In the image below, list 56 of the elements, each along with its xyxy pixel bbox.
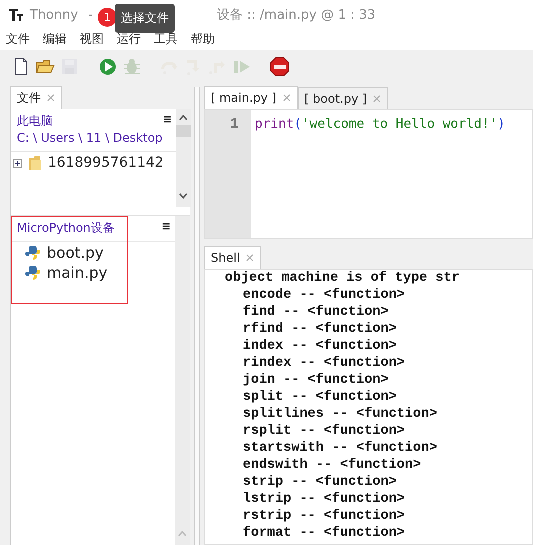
file-name[interactable]: main.py	[47, 264, 108, 282]
python-file-icon	[25, 245, 41, 261]
shell-output-line: index -- <function>	[242, 338, 398, 355]
close-icon[interactable]	[47, 94, 55, 102]
menu-item[interactable]: 编辑	[43, 30, 67, 48]
scroll-up-icon[interactable]	[179, 115, 188, 121]
menu-icon[interactable]: ≡	[162, 113, 172, 147]
folder-name[interactable]: 1618995761142	[48, 155, 164, 171]
line-number: 1	[228, 116, 240, 133]
menu-item[interactable]: 工具	[154, 30, 178, 48]
shell-output-line: strip -- <function>	[242, 474, 398, 491]
editor-tab[interactable]: [ boot.py ]	[298, 87, 388, 109]
scrollbar[interactable]	[176, 109, 192, 207]
panel-title: 此电脑	[17, 113, 54, 130]
editor-tab[interactable]: [ main.py ]	[204, 86, 298, 109]
close-icon[interactable]	[373, 94, 382, 102]
shell-output-line: object machine is of type str	[225, 270, 461, 287]
shell-output-line: encode -- <function>	[242, 287, 406, 304]
panel-tab[interactable]: Shell	[204, 246, 262, 269]
close-icon[interactable]	[282, 94, 291, 102]
file-name[interactable]: boot.py	[47, 244, 104, 262]
shell-output-line: join -- <function>	[242, 372, 390, 389]
shell-output-line: endswith -- <function>	[242, 457, 422, 474]
shell-output-line: format -- <function>	[242, 525, 406, 542]
shell-output-line: startswith -- <function>	[242, 440, 438, 457]
window-title: 设备 :: /main.py @ 1 : 33	[217, 7, 376, 24]
menu-item[interactable]: 运行	[117, 30, 141, 48]
menu-item[interactable]: 视图	[80, 30, 104, 48]
scrollbar[interactable]	[175, 216, 190, 545]
window-title: Thonny	[30, 8, 78, 22]
menu-item[interactable]: 帮助	[191, 30, 215, 48]
code-line: print('welcome to Hello world!')	[255, 116, 506, 134]
shell-output-line: split -- <function>	[242, 389, 398, 406]
python-file-icon	[25, 265, 41, 281]
shell-output-line: rsplit -- <function>	[242, 423, 406, 440]
close-icon[interactable]	[246, 254, 254, 262]
menu-item[interactable]: 文件	[6, 30, 30, 48]
shell-output-line: rstrip -- <function>	[242, 508, 406, 525]
path-link[interactable]: C: \ Users \ 11 \ Desktop	[17, 130, 163, 147]
shell-output-line: rfind -- <function>	[242, 321, 398, 338]
tooltip: 选择文件	[115, 4, 175, 33]
shell-output-line: splitlines -- <function>	[242, 406, 438, 423]
menu-icon[interactable]: ≡	[162, 220, 171, 237]
app-logo-icon	[8, 7, 24, 23]
scrollbar-thumb[interactable]	[176, 125, 192, 137]
expand-icon[interactable]	[13, 158, 22, 168]
shell-output-line: rindex -- <function>	[242, 355, 406, 372]
run-icon[interactable]	[98, 57, 118, 77]
shell-output-line: find -- <function>	[242, 304, 390, 321]
folder-icon	[28, 155, 42, 171]
panel-title: MicroPython设备	[17, 220, 115, 237]
scroll-down-icon[interactable]	[179, 193, 188, 199]
panel-tab[interactable]: 文件	[10, 86, 62, 109]
stop-icon[interactable]	[270, 57, 290, 77]
shell-output-line: lstrip -- <function>	[242, 491, 406, 508]
title-separator: -	[88, 8, 94, 22]
